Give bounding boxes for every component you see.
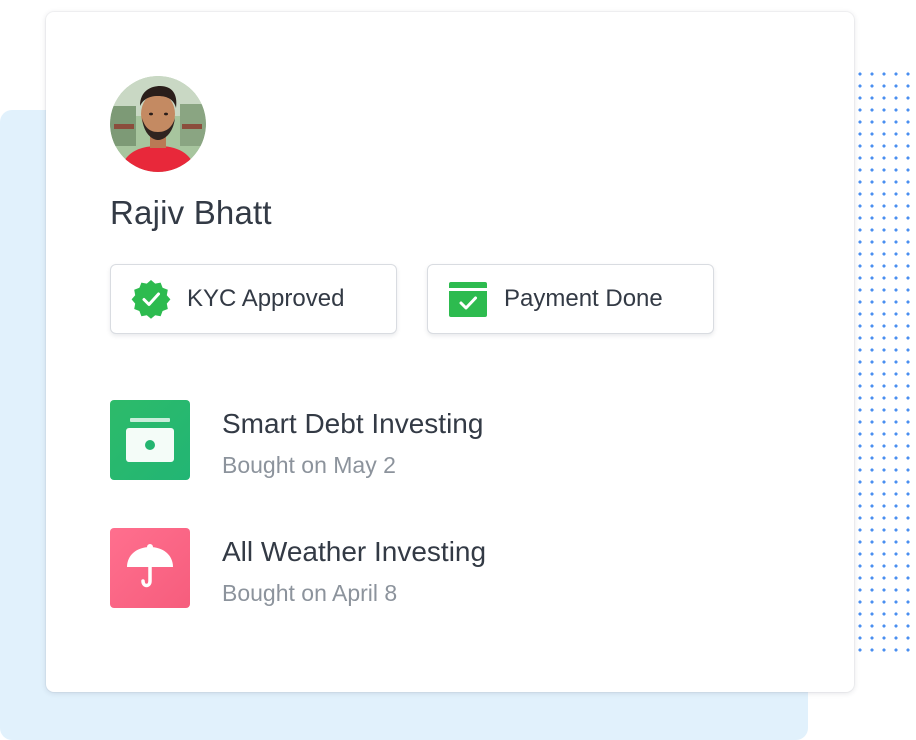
dot-pattern xyxy=(852,66,916,660)
wallet-icon xyxy=(110,400,190,480)
product-all-weather[interactable]: All Weather Investing Bought on April 8 xyxy=(110,528,730,608)
user-name: Rajiv Bhatt xyxy=(110,194,272,231)
payment-card-icon xyxy=(448,279,488,319)
umbrella-icon xyxy=(110,528,190,608)
kyc-approved-label: KYC Approved xyxy=(187,285,345,312)
avatar xyxy=(110,76,206,172)
product-title: All Weather Investing xyxy=(222,536,487,567)
payment-done-badge: Payment Done xyxy=(427,264,714,334)
kyc-approved-badge: KYC Approved xyxy=(110,264,397,334)
verified-badge-icon xyxy=(131,279,171,319)
avatar-photo xyxy=(110,76,206,172)
payment-done-label: Payment Done xyxy=(504,285,663,312)
product-subtitle: Bought on May 2 xyxy=(222,452,396,478)
product-title: Smart Debt Investing xyxy=(222,408,484,439)
product-smart-debt[interactable]: Smart Debt Investing Bought on May 2 xyxy=(110,400,730,480)
profile-card: Rajiv Bhatt KYC Approved Payment Done Sm… xyxy=(46,12,854,692)
product-subtitle: Bought on April 8 xyxy=(222,580,398,606)
